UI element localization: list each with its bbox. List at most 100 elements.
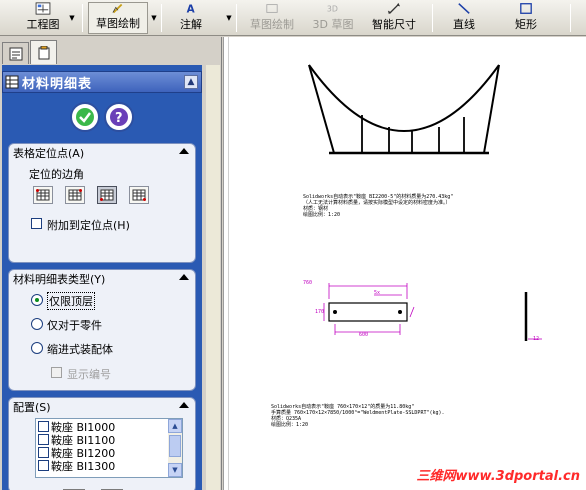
list-scrollbar[interactable]: ▲ ▼	[168, 419, 182, 477]
property-manager-pane: 材料明细表 ▲ ? 表格定位点(A) 定位的边角 附加到定位点(H) 材料明细表…	[0, 37, 222, 490]
drawing-sheet[interactable]: 760 5x 600 170 12 Solidworks自动表示"鞍座 BI22…	[223, 37, 586, 490]
parts-only-label: 仅对于零件	[47, 319, 102, 332]
configuration-group-header[interactable]: 配置(S)	[9, 398, 195, 416]
sketch-drawing-icon	[266, 4, 278, 13]
dim-thickness-text: 12	[533, 336, 540, 342]
sketch-drawing-button[interactable]: 草图绘制	[246, 2, 298, 34]
attach-to-anchor-label: 附加到定位点(H)	[47, 219, 130, 232]
sketch-tab-button[interactable]: 草图绘制	[88, 2, 148, 34]
tab-feature-manager[interactable]	[2, 42, 29, 64]
drawing-tab-button[interactable]: 工程图	[20, 2, 66, 34]
manager-tabs	[2, 40, 58, 64]
tab-property-manager[interactable]	[30, 40, 57, 64]
dim-height-text: 170	[315, 309, 325, 315]
site-watermark: 三维网www.3dportal.cn	[416, 469, 580, 484]
dim-holes-text: 5x	[374, 290, 381, 296]
bom-type-group: 材料明细表类型(Y) 仅限顶层 仅对于零件 缩进式装配体 显示编号	[8, 269, 196, 391]
plate-side-view	[524, 292, 542, 341]
top-level-only-label: 仅限顶层	[47, 292, 95, 310]
table-corner-br-icon	[132, 189, 146, 201]
plate-top-view	[328, 302, 408, 322]
plate-mass-note: Solidworks自动表示"鞍座 760×170×12"的质量为11.80kg…	[271, 404, 445, 428]
annotation-icon: A	[187, 3, 195, 15]
sketch-pencil-icon	[112, 3, 123, 14]
dim-spacing-text: 600	[359, 332, 369, 338]
config-checkbox[interactable]	[38, 434, 49, 445]
parts-only-radio[interactable]	[31, 318, 43, 330]
drawing-label: 工程图	[26, 18, 60, 31]
table-corner-tl-icon	[36, 189, 50, 201]
table-corner-bl-icon	[100, 189, 114, 201]
annotation-tab-button[interactable]: A 注解	[170, 2, 212, 34]
configuration-list[interactable]: 鞍座 BI1000 鞍座 BI1100 鞍座 BI1200 鞍座 BI1300 …	[35, 418, 183, 478]
sketch-3d-label: 3D 草图	[312, 18, 354, 31]
anchor-top-left-button[interactable]	[33, 186, 53, 204]
property-manager-icon	[38, 45, 49, 59]
collapse-chevron-icon[interactable]	[179, 148, 189, 154]
help-icon: ?	[110, 108, 128, 126]
pin-icon[interactable]: ▲	[184, 75, 198, 89]
bom-property-manager: 材料明细表 ▲ ? 表格定位点(A) 定位的边角 附加到定位点(H) 材料明细表…	[2, 65, 202, 490]
indented-assembly-label: 缩进式装配体	[47, 343, 113, 356]
config-name: 鞍座 BI1300	[51, 459, 116, 473]
drawing-icon	[35, 2, 51, 15]
toolbar-divider	[82, 4, 83, 32]
ok-cancel-bar: ?	[2, 95, 202, 139]
sketch-3d-icon: 3D	[327, 5, 338, 14]
saddle-front-view	[308, 64, 500, 155]
note-line: 绘图比例：1:20	[303, 212, 341, 218]
sketch-drawing-label: 草图绘制	[250, 18, 294, 31]
ok-button[interactable]	[70, 102, 100, 132]
saddle-mass-note: Solidworks自动表示"鞍座 BI2200-5"的材料质量为270.43k…	[303, 194, 453, 218]
annotation-dropdown-arrow[interactable]: ▼	[224, 2, 234, 34]
svg-text:A: A	[187, 3, 195, 15]
toolbar-divider	[161, 4, 162, 32]
scroll-down-icon[interactable]: ▼	[168, 463, 182, 477]
attach-to-anchor-checkbox[interactable]	[31, 218, 42, 229]
rectangle-button[interactable]: 矩形	[508, 2, 544, 34]
anchor-bottom-left-button[interactable]	[97, 186, 117, 204]
toolbar-divider	[570, 4, 571, 32]
bom-type-group-header[interactable]: 材料明细表类型(Y)	[9, 270, 195, 288]
drawing-dropdown-arrow[interactable]: ▼	[67, 2, 77, 34]
config-checkbox[interactable]	[38, 460, 49, 471]
annotation-label: 注解	[180, 18, 202, 31]
plate-dimensions	[323, 283, 415, 335]
collapse-chevron-icon[interactable]	[179, 274, 189, 280]
sketch-dropdown-arrow[interactable]: ▼	[149, 2, 159, 34]
config-checkbox[interactable]	[38, 421, 49, 432]
anchor-top-right-button[interactable]	[65, 186, 85, 204]
toolbar-divider	[432, 4, 433, 32]
anchor-group-header[interactable]: 表格定位点(A)	[9, 144, 195, 162]
collapse-chevron-icon[interactable]	[179, 402, 189, 408]
scroll-thumb[interactable]	[169, 435, 181, 457]
line-button[interactable]: 直线	[446, 2, 482, 34]
config-checkbox[interactable]	[38, 447, 49, 458]
rectangle-icon	[520, 3, 532, 14]
table-anchor-group: 表格定位点(A) 定位的边角 附加到定位点(H)	[8, 143, 196, 263]
indented-assembly-radio[interactable]	[31, 342, 43, 354]
panel-scrollbar[interactable]	[206, 65, 220, 490]
smart-dimension-icon	[387, 2, 401, 15]
anchor-corner-label: 定位的边角	[29, 168, 84, 181]
svg-text:?: ?	[115, 111, 123, 126]
svg-text:3D: 3D	[327, 5, 338, 14]
line-icon	[458, 3, 470, 14]
scroll-up-icon[interactable]: ▲	[168, 419, 182, 433]
top-level-only-radio[interactable]	[31, 294, 43, 306]
command-toolbar: 工程图 ▼ 草图绘制 ▼ A 注解 ▼ 草图绘制 3D 3D 草图 智能尺寸 直…	[0, 0, 586, 36]
anchor-bottom-right-button[interactable]	[129, 186, 149, 204]
anchor-group-title: 表格定位点(A)	[13, 147, 85, 160]
feature-tree-icon	[9, 47, 22, 60]
show-numbering-checkbox[interactable]	[51, 367, 62, 378]
smart-dimension-button[interactable]: 智能尺寸	[368, 2, 420, 34]
help-button[interactable]: ?	[104, 102, 134, 132]
sketch-label: 草图绘制	[96, 17, 140, 30]
smart-dimension-label: 智能尺寸	[372, 18, 416, 31]
checkmark-icon	[76, 108, 94, 126]
sketch-3d-button[interactable]: 3D 3D 草图	[308, 2, 358, 34]
note-line: 绘图比例：1:20	[271, 422, 309, 428]
show-numbering-label: 显示编号	[67, 368, 111, 381]
list-item[interactable]: 鞍座 BI1300	[38, 459, 116, 473]
toolbar-divider	[236, 4, 237, 32]
